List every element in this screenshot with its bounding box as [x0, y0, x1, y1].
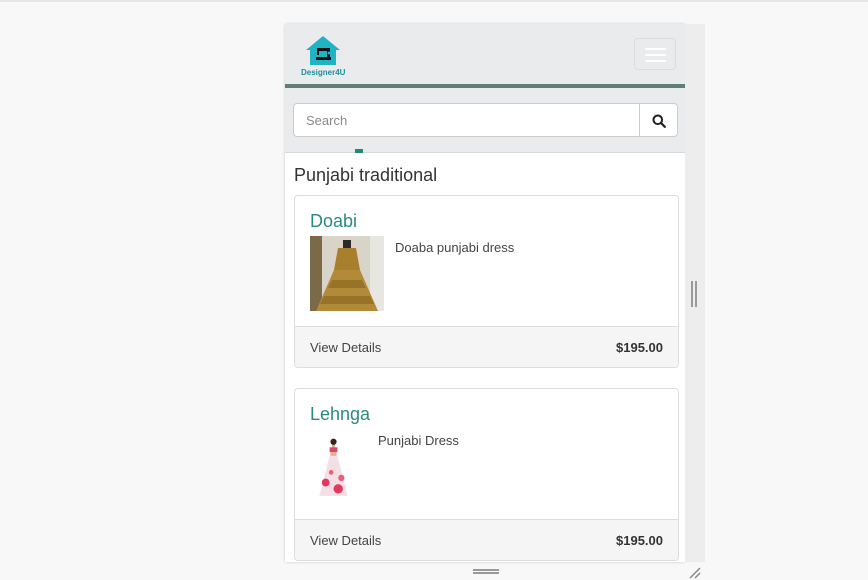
hamburger-bar-icon	[645, 54, 666, 56]
product-price: $195.00	[616, 533, 663, 548]
menu-toggle-button[interactable]	[634, 38, 676, 70]
product-description: Doaba punjabi dress	[395, 240, 515, 255]
view-details-link[interactable]: View Details	[310, 340, 381, 355]
search-bar	[285, 88, 685, 153]
browser-top-rule	[0, 0, 868, 2]
navbar: Designer4U	[285, 24, 685, 88]
product-price: $195.00	[616, 340, 663, 355]
product-card: Doabi Doaba punjabi dress View Details $…	[294, 195, 679, 368]
brand-logo[interactable]: Designer4U	[299, 34, 349, 80]
view-details-link[interactable]: View Details	[310, 533, 381, 548]
horizontal-resize-handle[interactable]	[691, 281, 697, 307]
search-input[interactable]	[293, 103, 640, 137]
product-card: Lehnga Punjabi Dress View Details $195.0…	[294, 388, 679, 561]
product-description: Punjabi Dress	[378, 433, 459, 448]
section-title: Punjabi traditional	[294, 165, 438, 185]
product-thumbnail-doabi[interactable]	[310, 236, 384, 311]
search-icon	[652, 114, 666, 128]
vertical-resize-handle[interactable]	[473, 569, 499, 574]
card-footer: View Details $195.00	[295, 326, 678, 367]
hamburger-bar-icon	[645, 60, 666, 62]
scrolled-content-fragment	[355, 149, 363, 153]
sewing-machine-house-icon	[306, 36, 340, 65]
hamburger-bar-icon	[645, 48, 666, 50]
search-button[interactable]	[639, 103, 678, 137]
mobile-viewport: Designer4U Punjabi traditional Doabi	[285, 24, 685, 562]
product-thumbnail-lehnga[interactable]	[310, 429, 368, 504]
card-footer: View Details $195.00	[295, 519, 678, 560]
product-title[interactable]: Doabi	[310, 211, 357, 232]
product-title[interactable]: Lehnga	[310, 404, 370, 425]
brand-text: Designer4U	[301, 68, 346, 77]
